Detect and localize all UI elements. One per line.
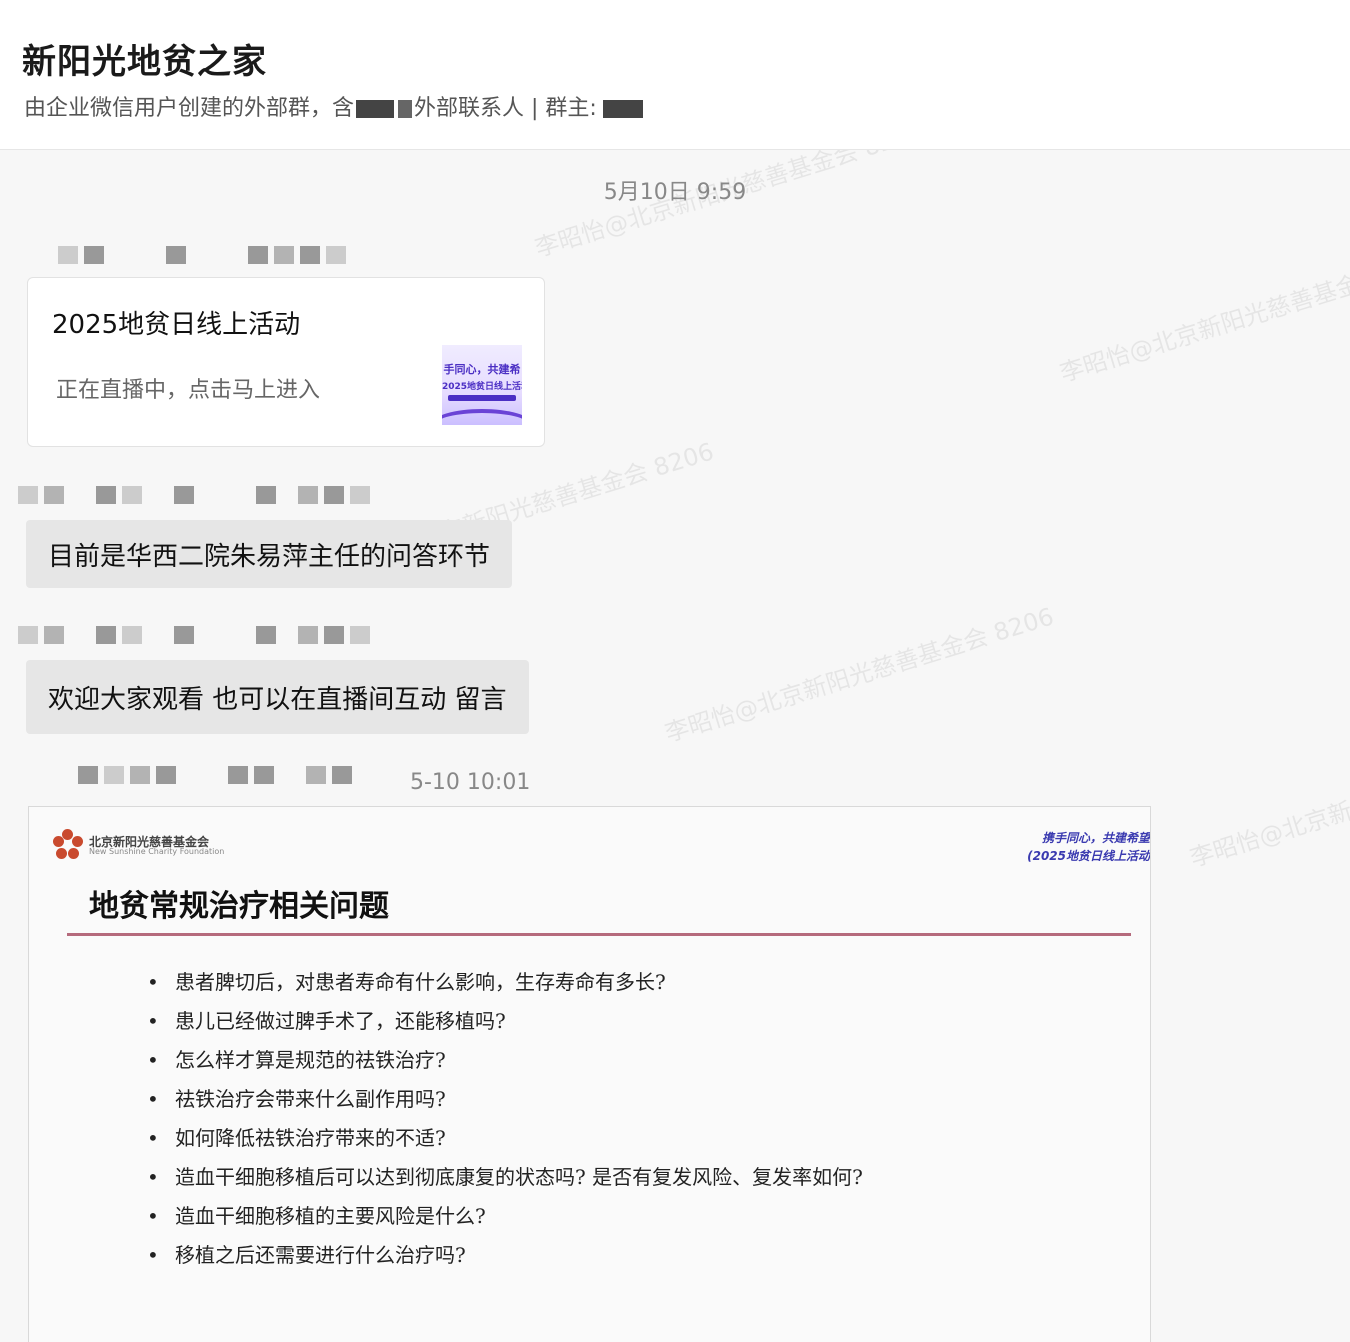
sender-name-redacted bbox=[58, 246, 346, 268]
watermark: 李昭怡@北京新阳光慈善基金会 8206 bbox=[661, 602, 1057, 748]
redacted-owner bbox=[602, 100, 643, 118]
subtitle-mid: 外部联系人 | 群主: bbox=[414, 96, 597, 121]
question-item: • 患儿已经做过脾手术了，还能移植吗? bbox=[147, 1009, 506, 1033]
foundation-logo-icon bbox=[53, 829, 83, 859]
timestamp: 5月10日 9:59 bbox=[603, 180, 747, 205]
thumb-text-1: 手同心，共建希 bbox=[443, 363, 521, 376]
slide-tag-line-1: 携手同心，共建希望 bbox=[1041, 831, 1150, 845]
question-item: • 移植之后还需要进行什么治疗吗? bbox=[147, 1243, 466, 1267]
slide-heading: 地贫常规治疗相关问题 bbox=[89, 889, 389, 924]
slide-tag-line-2: (2025地贫日线上活动 bbox=[1027, 849, 1150, 863]
thumb-bar bbox=[448, 395, 516, 401]
redacted-count bbox=[356, 100, 395, 118]
redacted-count-2 bbox=[398, 100, 413, 118]
chat-header: 新阳光地贫之家 由企业微信用户创建的外部群，含 外部联系人 | 群主: bbox=[0, 0, 1350, 150]
subtitle-prefix: 由企业微信用户创建的外部群，含 bbox=[24, 96, 355, 121]
group-subtitle: 由企业微信用户创建的外部群，含 外部联系人 | 群主: bbox=[24, 90, 643, 122]
card-description: 正在直播中，点击马上进入 bbox=[56, 378, 321, 403]
sender-name-redacted bbox=[18, 626, 370, 648]
slide-tag: 携手同心，共建希望 (2025地贫日线上活动 bbox=[1027, 829, 1150, 865]
thumb-wave bbox=[442, 409, 522, 425]
group-title: 新阳光地贫之家 bbox=[22, 42, 267, 82]
question-item: • 造血干细胞移植的主要风险是什么? bbox=[147, 1204, 486, 1228]
question-item: • 如何降低祛铁治疗带来的不适? bbox=[147, 1126, 446, 1150]
question-list: • 患者脾切后，对患者寿命有什么影响，生存寿命有多长? • 患儿已经做过脾手术了，还… bbox=[147, 967, 863, 1279]
sender-name-redacted bbox=[18, 486, 370, 508]
watermark: 李昭怡@北京新阳光慈善基金会 8206 bbox=[1186, 727, 1350, 873]
message-list[interactable]: 李昭怡@北京新阳光慈善基金会 8206 李昭怡@北京新阳光慈善基金会 8206 … bbox=[0, 150, 1350, 1342]
question-item: • 怎么样才算是规范的祛铁治疗? bbox=[147, 1048, 446, 1072]
slide-divider bbox=[67, 933, 1131, 936]
watermark: 李昭怡@北京新阳光慈善基金会 8206 bbox=[531, 150, 927, 263]
message-bubble[interactable]: 欢迎大家观看 也可以在直播间互动 留言 bbox=[26, 660, 529, 734]
org-name-en: New Sunshine Charity Foundation bbox=[89, 847, 225, 856]
message-text: 欢迎大家观看 也可以在直播间互动 留言 bbox=[48, 684, 507, 715]
question-item: • 患者脾切后，对患者寿命有什么影响，生存寿命有多长? bbox=[147, 970, 666, 994]
watermark: 李昭怡@北京新阳光慈善基金会 8206 bbox=[1056, 242, 1350, 388]
message-bubble[interactable]: 目前是华西二院朱易萍主任的问答环节 bbox=[26, 520, 513, 588]
message-timestamp: 5-10 10:01 bbox=[410, 770, 531, 795]
thumb-text-2: 2025地贫日线上活动 bbox=[442, 382, 522, 392]
question-item: • 祛铁治疗会带来什么副作用吗? bbox=[147, 1087, 446, 1111]
card-title: 2025地贫日线上活动 bbox=[52, 310, 301, 340]
live-link-card[interactable]: 2025地贫日线上活动 正在直播中，点击马上进入 手同心，共建希 2025地贫日… bbox=[27, 277, 545, 447]
sender-name-redacted bbox=[78, 766, 352, 788]
question-item: • 造血干细胞移植后可以达到彻底康复的状态吗? 是否有复发风险、复发率如何? bbox=[147, 1165, 863, 1189]
card-thumbnail: 手同心，共建希 2025地贫日线上活动 bbox=[442, 345, 522, 425]
message-text: 目前是华西二院朱易萍主任的问答环节 bbox=[48, 541, 491, 572]
slide-image-message[interactable]: 北京新阳光慈善基金会 New Sunshine Charity Foundati… bbox=[28, 806, 1151, 1342]
